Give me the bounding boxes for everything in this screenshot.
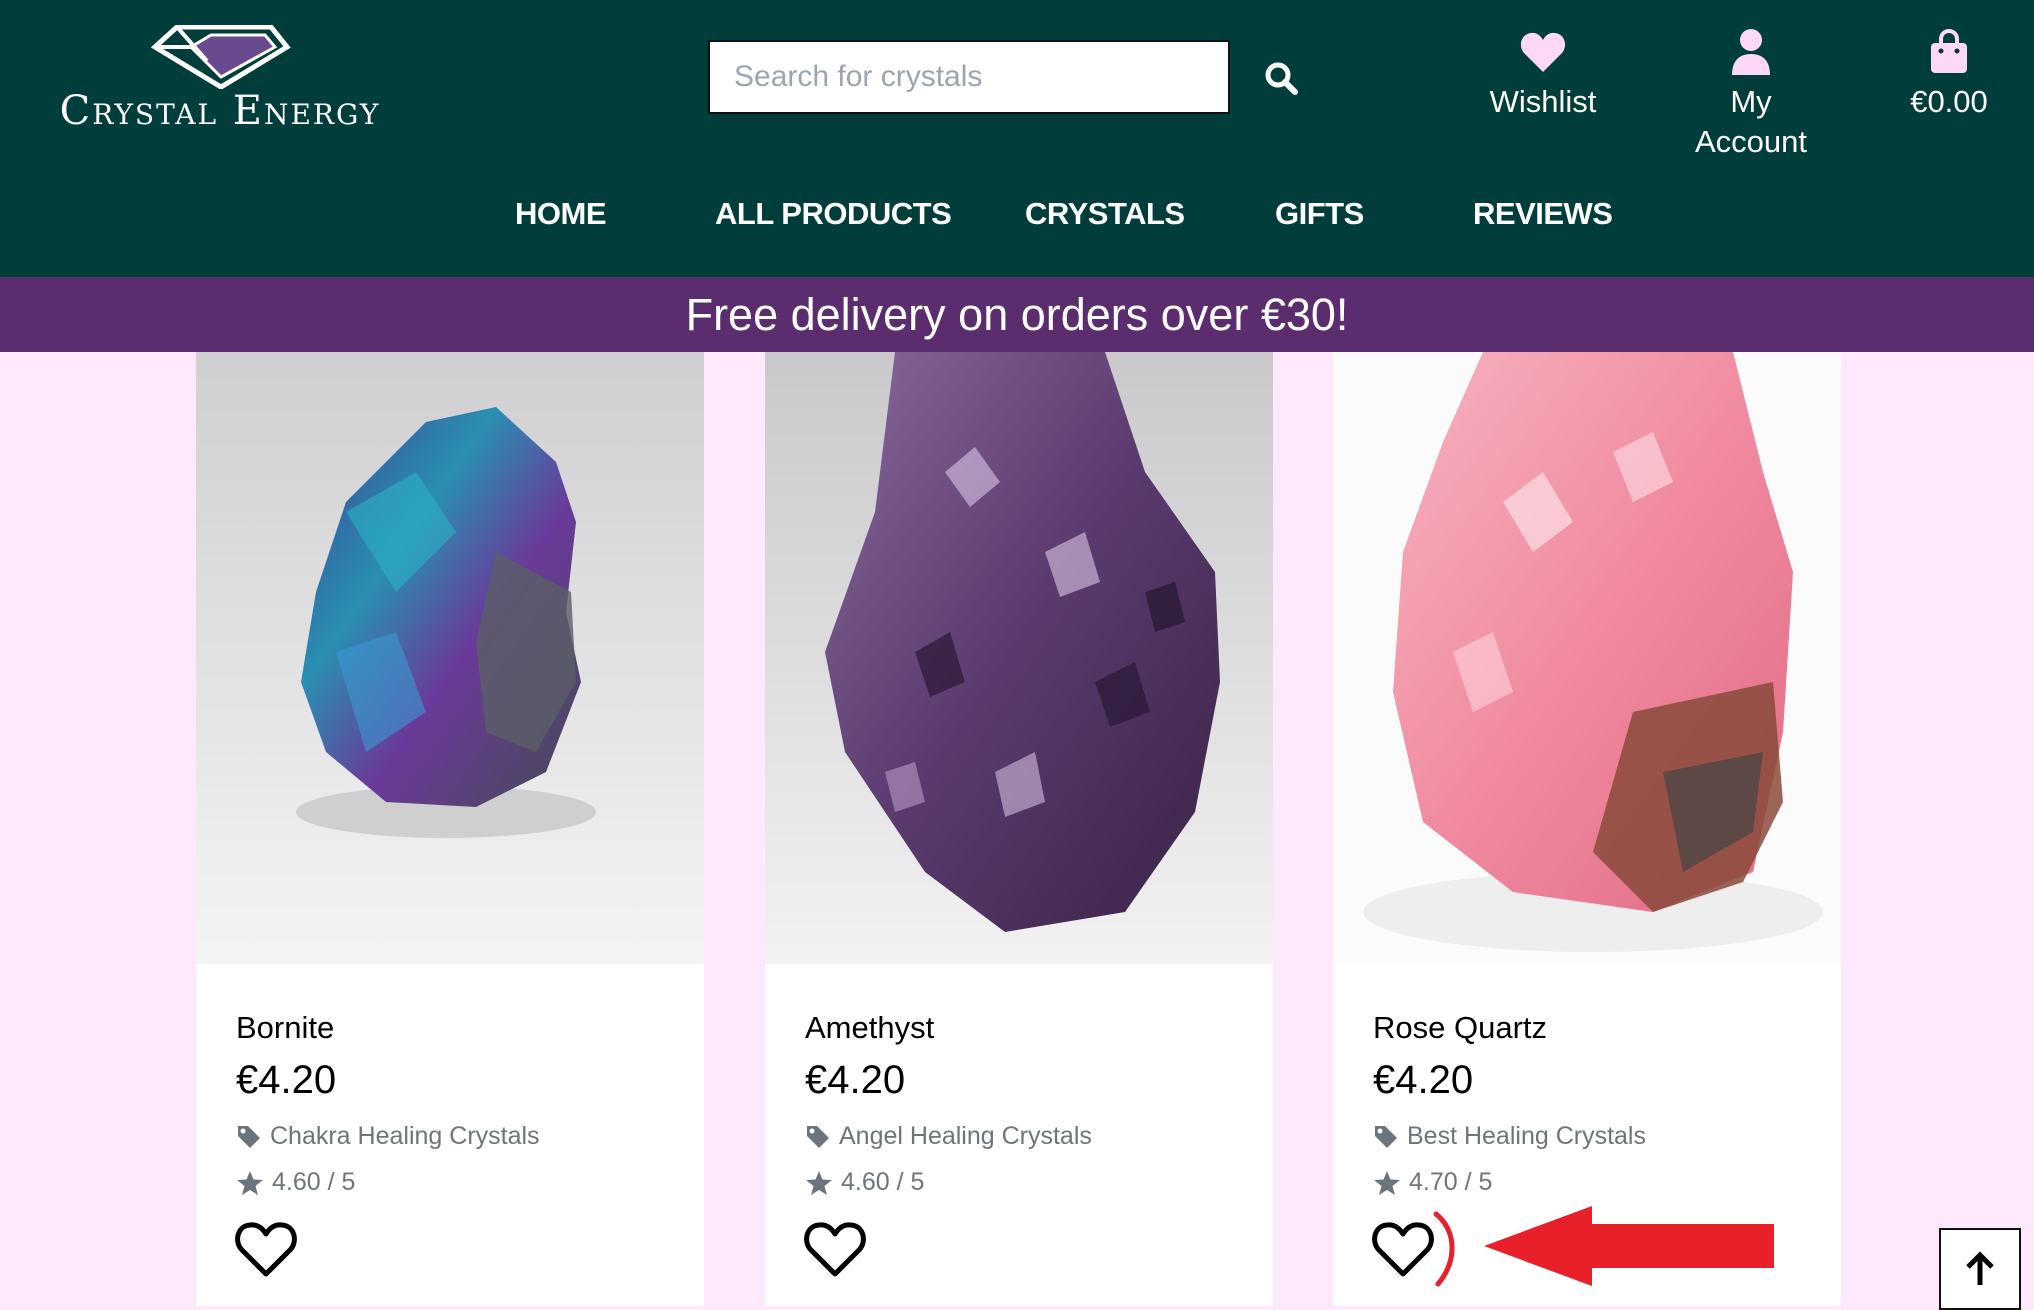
star-icon — [806, 1170, 832, 1195]
product-category-link[interactable]: Best Healing Crystals — [1373, 1122, 1646, 1151]
product-price: €4.20 — [1373, 1058, 1474, 1102]
product-rating: 4.60 / 5 — [236, 1168, 355, 1197]
product-card: Rose Quartz €4.20 Best Healing Crystals … — [1333, 352, 1841, 1306]
product-category-link[interactable]: Chakra Healing Crystals — [236, 1122, 540, 1151]
product-name[interactable]: Bornite — [236, 1010, 334, 1046]
product-category: Chakra Healing Crystals — [270, 1122, 540, 1150]
wishlist-link[interactable]: Wishlist — [1488, 26, 1598, 122]
search-input[interactable] — [708, 40, 1230, 114]
nav-home[interactable]: HOME — [515, 196, 607, 232]
nav-all-products[interactable]: ALL PRODUCTS — [715, 196, 952, 232]
product-rating-value: 4.60 / 5 — [272, 1168, 356, 1196]
product-card: Amethyst €4.20 Angel Healing Crystals 4.… — [765, 352, 1273, 1306]
product-price: €4.20 — [805, 1058, 906, 1102]
product-name[interactable]: Rose Quartz — [1373, 1010, 1547, 1046]
arrow-up-icon — [1966, 1251, 1994, 1285]
product-rating-value: 4.70 / 5 — [1409, 1168, 1493, 1196]
product-image[interactable] — [765, 352, 1273, 964]
brand-name: Crystal Energy — [59, 88, 381, 134]
star-icon — [237, 1170, 263, 1195]
brand-logo[interactable]: Crystal Energy — [55, 25, 385, 135]
back-to-top-button[interactable] — [1939, 1228, 2021, 1310]
add-to-wishlist-heart-icon[interactable] — [803, 1220, 867, 1278]
product-category-link[interactable]: Angel Healing Crystals — [805, 1122, 1092, 1151]
shopping-bag-link[interactable]: €0.00 — [1902, 26, 1996, 122]
tag-icon — [238, 1125, 260, 1148]
site-header: Crystal Energy Wishlist My Account €0.00… — [0, 0, 2034, 277]
product-category: Best Healing Crystals — [1407, 1122, 1646, 1150]
shopping-bag-icon — [1931, 29, 1967, 73]
search-button[interactable] — [1253, 54, 1309, 102]
user-icon — [1732, 29, 1770, 75]
product-rating: 4.60 / 5 — [805, 1168, 924, 1197]
product-rating: 4.70 / 5 — [1373, 1168, 1492, 1197]
bag-total: €0.00 — [1910, 84, 1988, 119]
product-image[interactable] — [1333, 352, 1841, 964]
annotation-arrow-icon — [1433, 1206, 1774, 1287]
nav-reviews[interactable]: REVIEWS — [1473, 196, 1613, 232]
wishlist-label: Wishlist — [1489, 84, 1597, 119]
product-name[interactable]: Amethyst — [805, 1010, 934, 1046]
product-price: €4.20 — [236, 1058, 337, 1102]
tag-icon — [1375, 1125, 1397, 1148]
my-account-label: My Account — [1694, 84, 1807, 159]
nav-gifts[interactable]: GIFTS — [1275, 196, 1364, 232]
tag-icon — [807, 1125, 829, 1148]
nav-crystals[interactable]: CRYSTALS — [1025, 196, 1185, 232]
product-rating-value: 4.60 / 5 — [841, 1168, 925, 1196]
my-account-link[interactable]: My Account — [1676, 26, 1826, 162]
product-category: Angel Healing Crystals — [839, 1122, 1092, 1150]
star-icon — [1374, 1170, 1400, 1195]
crystal-logo-icon — [150, 25, 291, 89]
search-icon — [1265, 62, 1298, 95]
product-card: Bornite €4.20 Chakra Healing Crystals 4.… — [196, 352, 704, 1306]
heart-icon — [1520, 32, 1566, 72]
add-to-wishlist-heart-icon[interactable] — [234, 1220, 298, 1278]
product-image[interactable] — [196, 352, 704, 964]
delivery-banner: Free delivery on orders over €30! — [0, 277, 2034, 352]
